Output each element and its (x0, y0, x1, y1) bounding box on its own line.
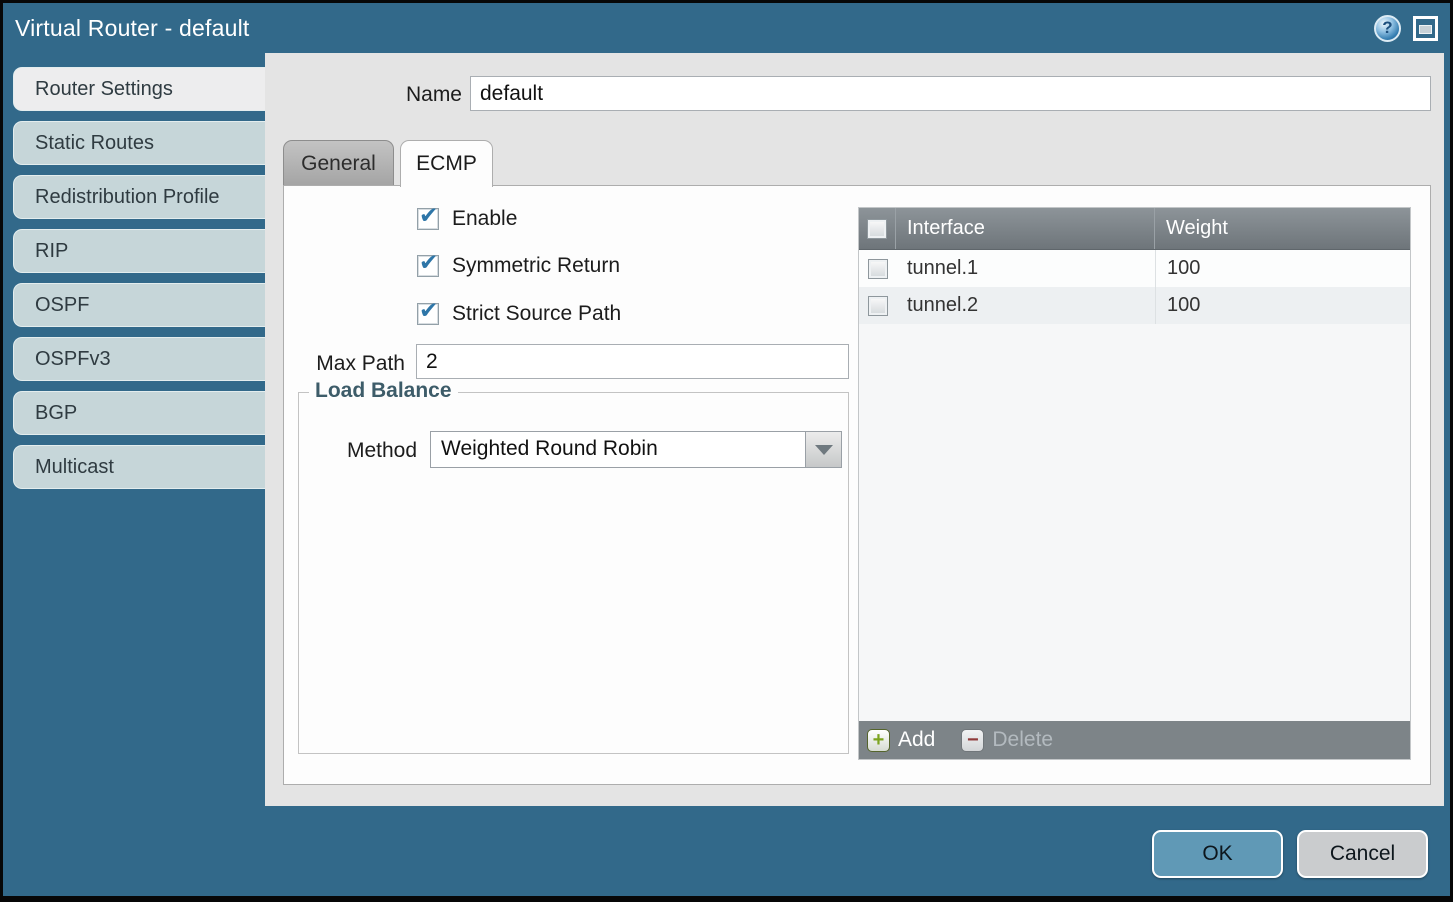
tab-general[interactable]: General (283, 140, 394, 186)
max-path-label: Max Path (284, 352, 405, 376)
name-label: Name (265, 83, 462, 107)
sidebar-item-bgp[interactable]: BGP (13, 391, 265, 435)
select-all-checkbox[interactable] (867, 219, 887, 239)
symmetric-return-checkbox[interactable]: ✔ (417, 255, 439, 277)
interface-column-label: Interface (907, 217, 985, 240)
table-row[interactable]: tunnel.1 100 (859, 250, 1410, 287)
help-icon[interactable]: ? (1374, 15, 1401, 42)
add-plus-icon: + (867, 729, 890, 752)
enable-checkbox-row: ✔ Enable (417, 207, 517, 231)
sidebar-item-redistribution-profile[interactable]: Redistribution Profile (13, 175, 265, 219)
restore-window-glyph (1419, 25, 1432, 34)
interface-cell: tunnel.2 (896, 294, 1155, 317)
load-balance-fieldset: Load Balance Method Weighted Round Robin (298, 392, 849, 754)
sidebar-item-multicast[interactable]: Multicast (13, 445, 265, 489)
sidebar-item-ospfv3[interactable]: OSPFv3 (13, 337, 265, 381)
weight-cell: 100 (1155, 287, 1410, 324)
symmetric-return-label: Symmetric Return (452, 254, 620, 278)
max-path-input[interactable] (416, 344, 849, 379)
delete-button[interactable]: − Delete (961, 728, 1053, 752)
symmetric-return-checkbox-row: ✔ Symmetric Return (417, 254, 620, 278)
checkmark-icon: ✔ (419, 297, 438, 324)
strict-source-path-label: Strict Source Path (452, 302, 621, 326)
sidebar-item-static-routes[interactable]: Static Routes (13, 121, 265, 165)
row-checkbox-cell (859, 259, 896, 279)
header-checkbox-cell (859, 208, 896, 249)
name-input[interactable] (470, 76, 1431, 111)
enable-label: Enable (452, 207, 517, 231)
virtual-router-dialog: Virtual Router - default ? Router Settin… (0, 0, 1453, 902)
method-dropdown-button[interactable] (805, 432, 841, 467)
ecmp-interface-table: Interface Weight tunnel.1 100 tunnel.2 1… (858, 207, 1411, 760)
dialog-title: Virtual Router - default (15, 15, 250, 42)
weight-column-label: Weight (1166, 217, 1228, 240)
sidebar-item-rip[interactable]: RIP (13, 229, 265, 273)
weight-cell: 100 (1155, 250, 1410, 287)
strict-source-path-checkbox-row: ✔ Strict Source Path (417, 302, 621, 326)
weight-column-header[interactable]: Weight (1155, 208, 1410, 249)
titlebar-icons: ? (1374, 15, 1438, 42)
restore-window-icon[interactable] (1413, 16, 1438, 41)
interface-column-header[interactable]: Interface (896, 208, 1155, 249)
row-checkbox[interactable] (868, 296, 888, 316)
checkmark-icon: ✔ (419, 249, 438, 276)
table-header: Interface Weight (859, 208, 1410, 250)
enable-checkbox[interactable]: ✔ (417, 208, 439, 230)
checkmark-icon: ✔ (419, 202, 438, 229)
method-selected-value: Weighted Round Robin (441, 437, 658, 461)
delete-button-label: Delete (992, 728, 1053, 752)
add-button-label: Add (898, 728, 935, 752)
content-area: Name General ECMP ✔ Enable ✔ Symmetric R… (265, 53, 1444, 806)
table-toolbar: + Add − Delete (859, 721, 1410, 759)
help-glyph: ? (1382, 18, 1392, 38)
table-empty-area (859, 324, 1410, 721)
strict-source-path-checkbox[interactable]: ✔ (417, 303, 439, 325)
method-dropdown[interactable]: Weighted Round Robin (430, 431, 842, 468)
method-label: Method (299, 439, 417, 463)
chevron-down-icon (815, 445, 833, 455)
table-row[interactable]: tunnel.2 100 (859, 287, 1410, 324)
ecmp-panel: ✔ Enable ✔ Symmetric Return ✔ Strict Sou… (283, 185, 1431, 785)
row-checkbox[interactable] (868, 259, 888, 279)
row-checkbox-cell (859, 296, 896, 316)
cancel-button[interactable]: Cancel (1297, 830, 1428, 878)
sidebar-item-router-settings[interactable]: Router Settings (13, 67, 265, 111)
load-balance-legend: Load Balance (309, 379, 458, 403)
add-button[interactable]: + Add (867, 728, 935, 752)
titlebar: Virtual Router - default ? (3, 3, 1450, 53)
interface-cell: tunnel.1 (896, 257, 1155, 280)
sidebar: Router Settings Static Routes Redistribu… (3, 53, 265, 896)
delete-minus-icon: − (961, 729, 984, 752)
tab-ecmp[interactable]: ECMP (400, 140, 493, 187)
sidebar-item-ospf[interactable]: OSPF (13, 283, 265, 327)
ok-button[interactable]: OK (1152, 830, 1283, 878)
